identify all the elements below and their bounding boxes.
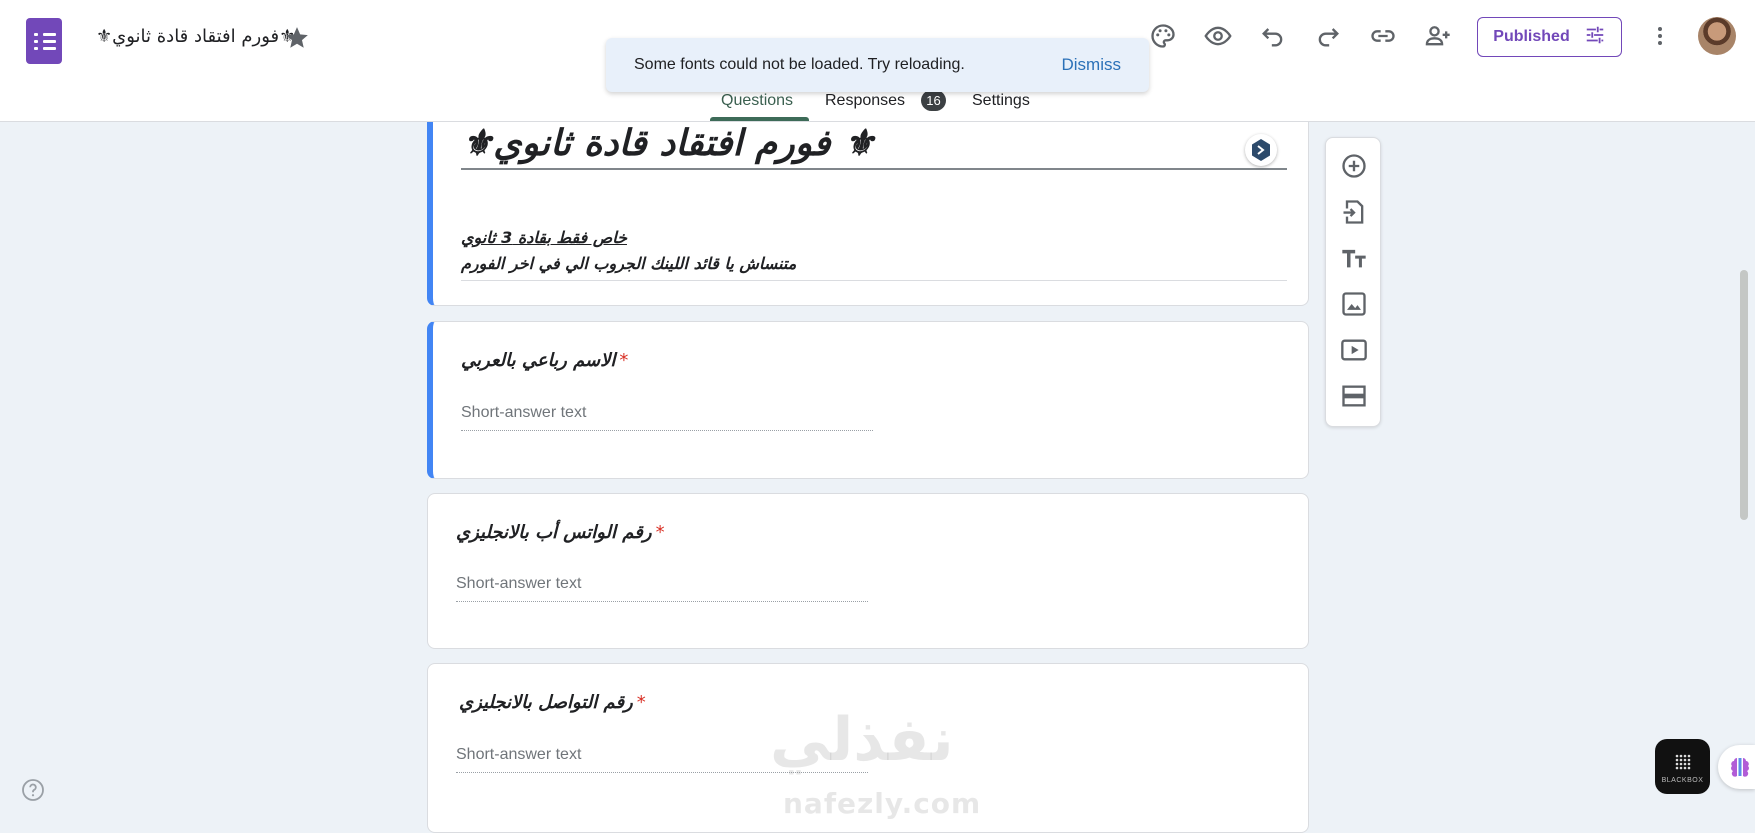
palette-icon[interactable] [1149, 22, 1177, 50]
brain-extension-icon[interactable] [1718, 745, 1755, 789]
blackbox-label: BLACKBOX [1661, 776, 1704, 784]
active-tab-indicator [710, 117, 809, 121]
link-icon[interactable] [1369, 22, 1397, 50]
assistant-icon[interactable] [1245, 134, 1277, 166]
published-label: Published [1493, 28, 1570, 45]
question-card-1[interactable]: الاسم رباعي بالعربي * Short-answer text [427, 321, 1309, 479]
published-button[interactable]: Published [1477, 17, 1622, 57]
form-header-card[interactable]: ⚜فورم افتقاد قادة ثانوي ⚜ خاص فقط بقادة … [427, 122, 1309, 306]
document-title[interactable]: ⚜فورم افتقاد قادة ثانوي⚜ [96, 26, 295, 47]
star-icon[interactable] [284, 25, 310, 51]
add-question-icon[interactable] [1340, 152, 1368, 180]
required-asterisk: * [636, 692, 646, 713]
import-questions-icon[interactable] [1340, 198, 1368, 226]
more-vert-icon[interactable] [1648, 22, 1672, 50]
google-forms-logo-icon[interactable] [26, 18, 62, 64]
form-description-line1[interactable]: خاص فقط بقادة 3 ثانوي [461, 228, 627, 247]
undo-icon[interactable] [1259, 22, 1287, 50]
question-title[interactable]: رقم الواتس أب بالانجليزي * [456, 522, 665, 543]
responses-count-badge: 16 [921, 90, 946, 111]
font-load-snackbar: Some fonts could not be loaded. Try relo… [606, 38, 1149, 92]
watermark-arabic: نفذلي [770, 705, 954, 775]
redo-icon[interactable] [1314, 22, 1342, 50]
blackbox-extension-button[interactable]: BLACKBOX [1655, 739, 1710, 794]
description-underline [461, 280, 1287, 281]
avatar[interactable] [1698, 17, 1736, 55]
add-image-icon[interactable] [1340, 290, 1368, 318]
question-title[interactable]: الاسم رباعي بالعربي * [461, 350, 628, 371]
form-title[interactable]: ⚜فورم افتقاد قادة ثانوي ⚜ [461, 122, 1287, 164]
tab-settings[interactable]: Settings [972, 92, 1030, 110]
add-section-icon[interactable] [1340, 382, 1368, 410]
tab-responses[interactable]: Responses [825, 92, 905, 110]
add-video-icon[interactable] [1340, 336, 1368, 364]
tab-questions[interactable]: Questions [721, 92, 793, 110]
preview-eye-icon[interactable] [1204, 22, 1232, 50]
short-answer-placeholder: Short-answer text [456, 575, 868, 602]
required-asterisk: * [619, 350, 629, 371]
title-underline [461, 168, 1287, 170]
question-card-2[interactable]: رقم الواتس أب بالانجليزي * Short-answer t… [427, 493, 1309, 649]
short-answer-placeholder: Short-answer text [461, 404, 873, 431]
watermark-latin: nafezly.com [783, 787, 982, 820]
help-icon[interactable] [21, 778, 45, 802]
add-collaborator-icon[interactable] [1424, 22, 1452, 50]
question-title[interactable]: رقم التواصل بالانجليزي * [459, 692, 646, 713]
snackbar-message: Some fonts could not be loaded. Try relo… [634, 56, 965, 73]
dismiss-button[interactable]: Dismiss [1062, 55, 1122, 75]
blackbox-logo-icon [1675, 754, 1690, 769]
floating-toolbar [1325, 137, 1381, 427]
form-description-line2[interactable]: متنساش يا قائد اللينك الجروب الي في اخر … [461, 254, 796, 273]
page-scrollbar[interactable] [1740, 270, 1748, 520]
tune-icon [1584, 24, 1606, 51]
required-asterisk: * [655, 522, 665, 543]
add-title-icon[interactable] [1340, 244, 1368, 272]
